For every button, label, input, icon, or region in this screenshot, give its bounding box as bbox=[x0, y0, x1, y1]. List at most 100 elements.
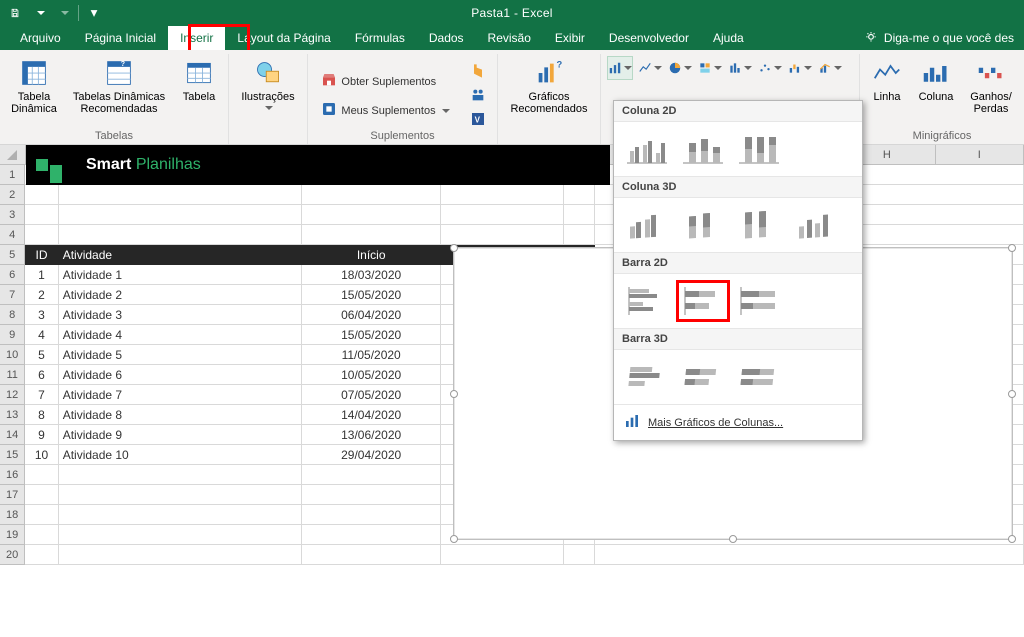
row-header[interactable]: 12 bbox=[0, 385, 25, 405]
cell[interactable] bbox=[59, 525, 303, 545]
clustered-bar-3d[interactable] bbox=[620, 356, 674, 398]
scatter-chart-button[interactable] bbox=[757, 56, 783, 80]
row-header[interactable]: 2 bbox=[0, 185, 25, 205]
row-header[interactable]: 6 bbox=[0, 265, 25, 285]
illustrations-button[interactable]: Ilustrações bbox=[235, 54, 301, 116]
cell[interactable]: 10 bbox=[25, 445, 58, 465]
cell[interactable] bbox=[564, 205, 595, 225]
resize-handle-w[interactable] bbox=[450, 390, 458, 398]
line-chart-button[interactable] bbox=[637, 56, 663, 80]
tab-arquivo[interactable]: Arquivo bbox=[8, 26, 73, 50]
cell[interactable] bbox=[441, 545, 564, 565]
select-all-triangle[interactable] bbox=[0, 145, 26, 164]
row-header[interactable]: 14 bbox=[0, 425, 25, 445]
cell[interactable] bbox=[25, 485, 58, 505]
resize-handle-nw[interactable] bbox=[450, 244, 458, 252]
visio-visualizer-icon[interactable]: V bbox=[467, 108, 489, 130]
cell[interactable]: 11/05/2020 bbox=[302, 345, 441, 365]
stacked-column-3d[interactable] bbox=[676, 204, 730, 246]
stacked-column-100-3d[interactable] bbox=[732, 204, 786, 246]
stacked-column-100-2d[interactable] bbox=[732, 128, 786, 170]
clustered-column-3d[interactable] bbox=[620, 204, 674, 246]
tab-inserir[interactable]: Inserir bbox=[168, 26, 225, 50]
cell[interactable]: 15/05/2020 bbox=[302, 285, 441, 305]
row-header[interactable]: 7 bbox=[0, 285, 25, 305]
cell[interactable] bbox=[302, 465, 441, 485]
cell[interactable]: Atividade 8 bbox=[59, 405, 303, 425]
cell[interactable] bbox=[302, 185, 441, 205]
pivot-table-button[interactable]: Tabela Dinâmica bbox=[6, 54, 62, 116]
cell[interactable] bbox=[25, 185, 58, 205]
row-header[interactable]: 10 bbox=[0, 345, 25, 365]
cell[interactable] bbox=[564, 225, 595, 245]
sparkline-column-button[interactable]: Coluna bbox=[912, 54, 960, 104]
cell[interactable] bbox=[302, 545, 441, 565]
tab-f-rmulas[interactable]: Fórmulas bbox=[343, 26, 417, 50]
cell[interactable] bbox=[302, 205, 441, 225]
row-header[interactable]: 11 bbox=[0, 365, 25, 385]
cell[interactable] bbox=[59, 185, 303, 205]
cell[interactable]: 29/04/2020 bbox=[302, 445, 441, 465]
tab-ajuda[interactable]: Ajuda bbox=[701, 26, 756, 50]
row-header[interactable]: 16 bbox=[0, 465, 25, 485]
cell[interactable] bbox=[25, 465, 58, 485]
column-3d[interactable] bbox=[788, 204, 842, 246]
cell[interactable]: 13/06/2020 bbox=[302, 425, 441, 445]
row-header[interactable]: 1 bbox=[0, 165, 25, 185]
row-header[interactable]: 15 bbox=[0, 445, 25, 465]
cell[interactable]: Atividade 5 bbox=[59, 345, 303, 365]
cell[interactable]: 4 bbox=[25, 325, 58, 345]
cell[interactable]: 07/05/2020 bbox=[302, 385, 441, 405]
cell[interactable]: Atividade 1 bbox=[59, 265, 303, 285]
insert-table-button[interactable]: Tabela bbox=[176, 54, 222, 104]
tab-exibir[interactable]: Exibir bbox=[543, 26, 597, 50]
cell[interactable]: Atividade 2 bbox=[59, 285, 303, 305]
row-header[interactable]: 3 bbox=[0, 205, 25, 225]
cell[interactable]: Atividade 6 bbox=[59, 365, 303, 385]
cell[interactable] bbox=[441, 205, 564, 225]
tab-desenvolvedor[interactable]: Desenvolvedor bbox=[597, 26, 701, 50]
bing-maps-icon[interactable] bbox=[467, 60, 489, 82]
tab-layout-da-p-gina[interactable]: Layout da Página bbox=[225, 26, 342, 50]
more-column-charts[interactable]: Mais Gráficos de Colunas... bbox=[614, 404, 862, 440]
row-header[interactable]: 18 bbox=[0, 505, 25, 525]
cell[interactable]: 2 bbox=[25, 285, 58, 305]
cell[interactable]: Atividade 10 bbox=[59, 445, 303, 465]
cell[interactable] bbox=[59, 225, 303, 245]
cell[interactable]: 1 bbox=[25, 265, 58, 285]
cell[interactable]: Atividade bbox=[59, 245, 303, 265]
sparkline-line-button[interactable]: Linha bbox=[866, 54, 908, 104]
tab-dados[interactable]: Dados bbox=[417, 26, 476, 50]
statistic-chart-button[interactable] bbox=[727, 56, 753, 80]
column-bar-chart-button[interactable] bbox=[607, 56, 633, 80]
clustered-bar-2d[interactable] bbox=[620, 280, 674, 322]
row-header[interactable]: 20 bbox=[0, 545, 25, 565]
cell[interactable]: Atividade 7 bbox=[59, 385, 303, 405]
cell[interactable]: Início bbox=[302, 245, 441, 265]
cell[interactable]: 6 bbox=[25, 365, 58, 385]
cell[interactable]: 7 bbox=[25, 385, 58, 405]
cell[interactable]: Atividade 9 bbox=[59, 425, 303, 445]
stacked-bar-3d[interactable] bbox=[676, 356, 730, 398]
cell[interactable] bbox=[441, 185, 564, 205]
recommended-charts-button[interactable]: ? Gráficos Recomendados bbox=[504, 54, 594, 116]
get-addins-button[interactable]: Obter Suplementos bbox=[316, 69, 454, 94]
stacked-column-2d[interactable] bbox=[676, 128, 730, 170]
cell[interactable] bbox=[59, 545, 303, 565]
cell[interactable] bbox=[59, 505, 303, 525]
cell[interactable]: 5 bbox=[25, 345, 58, 365]
cell[interactable]: 3 bbox=[25, 305, 58, 325]
redo-icon[interactable] bbox=[52, 2, 74, 24]
cell[interactable] bbox=[564, 185, 595, 205]
recommended-pivot-button[interactable]: ? Tabelas Dinâmicas Recomendadas bbox=[66, 54, 172, 116]
cell[interactable] bbox=[25, 545, 58, 565]
row-header[interactable]: 19 bbox=[0, 525, 25, 545]
cell[interactable] bbox=[59, 205, 303, 225]
cell[interactable]: 14/04/2020 bbox=[302, 405, 441, 425]
combo-chart-button[interactable] bbox=[817, 56, 843, 80]
cell[interactable] bbox=[302, 225, 441, 245]
row-header[interactable]: 9 bbox=[0, 325, 25, 345]
row-header[interactable]: 4 bbox=[0, 225, 25, 245]
hierarchy-chart-button[interactable] bbox=[697, 56, 723, 80]
cell[interactable] bbox=[59, 465, 303, 485]
